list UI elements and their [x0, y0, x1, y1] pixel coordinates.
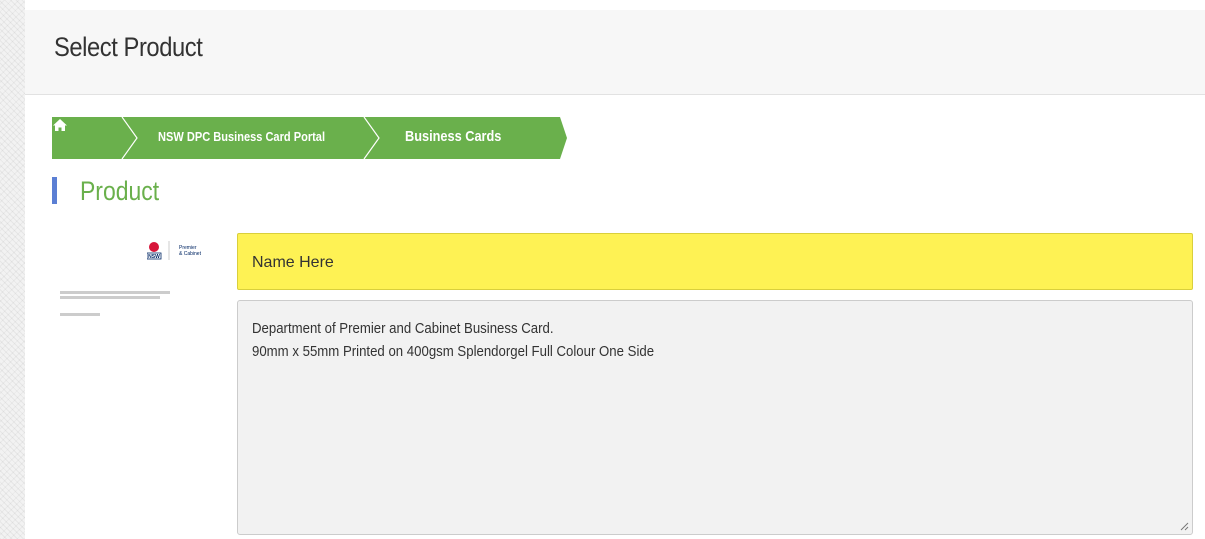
- section-title: Product: [80, 176, 160, 206]
- breadcrumb-item-business-cards: Business Cards: [405, 128, 502, 145]
- business-card-preview: NSW Premier & Cabinet: [55, 236, 230, 346]
- card-address-lines: [60, 291, 170, 316]
- resize-grip-icon[interactable]: [1179, 521, 1189, 531]
- logo-text: NSW: [148, 254, 160, 260]
- description-textarea[interactable]: Department of Premier and Cabinet Busine…: [237, 300, 1193, 535]
- side-texture: [0, 0, 25, 539]
- breadcrumb: NSW DPC Business Card Portal Business Ca…: [52, 117, 572, 159]
- description-line-1: Department of Premier and Cabinet Busine…: [252, 320, 554, 337]
- logo-subtext-2: & Cabinet: [179, 251, 202, 257]
- description-line-2: 90mm x 55mm Printed on 400gsm Splendorge…: [252, 343, 655, 360]
- nsw-logo: NSW Premier & Cabinet: [147, 240, 217, 262]
- home-icon[interactable]: [52, 117, 68, 133]
- breadcrumb-item-portal[interactable]: NSW DPC Business Card Portal: [158, 129, 325, 144]
- page-title: Select Product: [54, 32, 203, 62]
- section-accent-bar: [52, 177, 57, 204]
- name-field[interactable]: Name Here: [237, 233, 1193, 290]
- page-header: Select Product: [25, 10, 1205, 95]
